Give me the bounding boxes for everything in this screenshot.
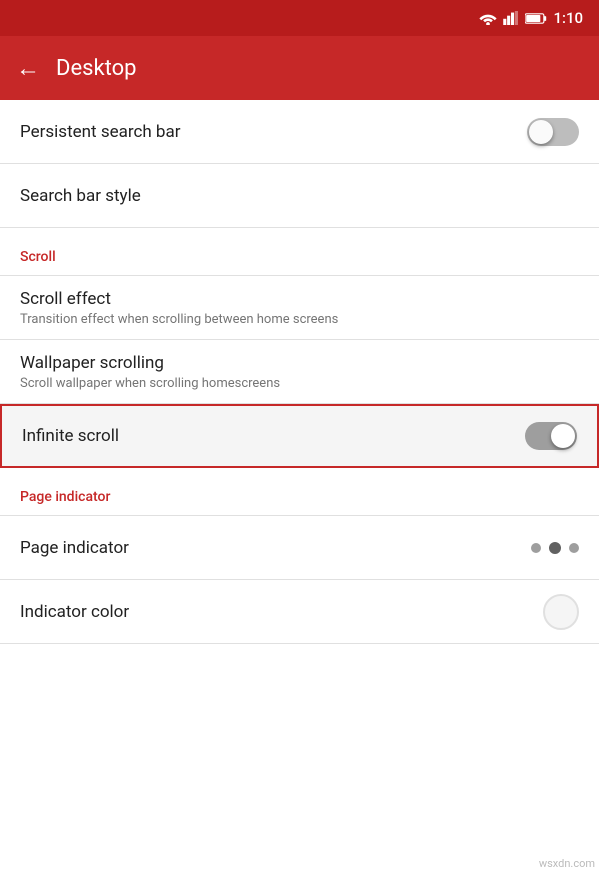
dot-2: [549, 542, 561, 554]
infinite-scroll-item[interactable]: Infinite scroll: [0, 404, 599, 468]
status-time: 1:10: [553, 9, 583, 27]
scroll-effect-sublabel: Transition effect when scrolling between…: [20, 312, 338, 327]
infinite-scroll-toggle[interactable]: [525, 422, 577, 450]
page-indicator-section-header: Page indicator: [0, 468, 599, 516]
wallpaper-scrolling-item[interactable]: Wallpaper scrolling Scroll wallpaper whe…: [0, 340, 599, 404]
battery-icon: [525, 12, 547, 25]
app-bar: ← Desktop: [0, 36, 599, 100]
back-button[interactable]: ←: [16, 54, 40, 83]
wallpaper-scrolling-label: Wallpaper scrolling: [20, 353, 280, 373]
infinite-scroll-text: Infinite scroll: [22, 426, 119, 446]
scroll-effect-text: Scroll effect Transition effect when scr…: [20, 289, 338, 327]
infinite-scroll-label: Infinite scroll: [22, 426, 119, 446]
page-indicator-item[interactable]: Page indicator: [0, 516, 599, 580]
dot-1: [531, 543, 541, 553]
search-bar-style-label: Search bar style: [20, 186, 141, 206]
persistent-search-bar-toggle[interactable]: [527, 118, 579, 146]
indicator-color-item[interactable]: Indicator color: [0, 580, 599, 644]
search-bar-style-text: Search bar style: [20, 186, 141, 206]
indicator-color-circle[interactable]: [543, 594, 579, 630]
persistent-search-bar-item[interactable]: Persistent search bar: [0, 100, 599, 164]
toggle-track: [527, 118, 579, 146]
persistent-search-bar-text: Persistent search bar: [20, 122, 181, 142]
toggle-thumb: [529, 120, 553, 144]
page-indicator-section-label: Page indicator: [20, 489, 110, 505]
wallpaper-scrolling-sublabel: Scroll wallpaper when scrolling homescre…: [20, 376, 280, 391]
watermark: wsxdn.com: [539, 857, 595, 870]
persistent-search-bar-label: Persistent search bar: [20, 122, 181, 142]
scroll-effect-item[interactable]: Scroll effect Transition effect when scr…: [0, 276, 599, 340]
scroll-effect-label: Scroll effect: [20, 289, 338, 309]
settings-list: Persistent search bar Search bar style S…: [0, 100, 599, 644]
search-bar-style-item[interactable]: Search bar style: [0, 164, 599, 228]
indicator-color-text: Indicator color: [20, 602, 129, 622]
status-bar: 1:10: [0, 0, 599, 36]
page-indicator-text: Page indicator: [20, 538, 129, 558]
page-title: Desktop: [56, 56, 137, 81]
infinite-scroll-toggle-track: [525, 422, 577, 450]
page-indicator-label: Page indicator: [20, 538, 129, 558]
status-icons: 1:10: [479, 9, 583, 27]
dot-3: [569, 543, 579, 553]
scroll-section-header: Scroll: [0, 228, 599, 276]
signal-icon: [503, 11, 519, 25]
scroll-section-label: Scroll: [20, 249, 56, 265]
infinite-scroll-toggle-thumb: [551, 424, 575, 448]
page-indicator-dots: [531, 542, 579, 554]
wallpaper-scrolling-text: Wallpaper scrolling Scroll wallpaper whe…: [20, 353, 280, 391]
wifi-icon: [479, 11, 497, 25]
indicator-color-label: Indicator color: [20, 602, 129, 622]
